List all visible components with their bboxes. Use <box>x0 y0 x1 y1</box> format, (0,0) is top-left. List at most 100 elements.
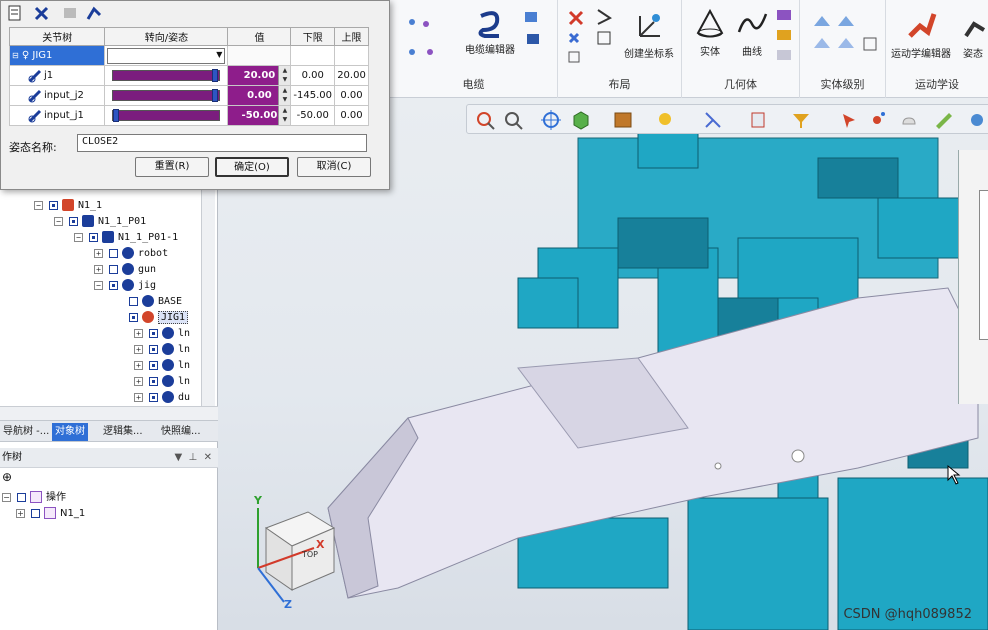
pin-icon[interactable]: ⊥ <box>189 452 198 463</box>
zoom-in-icon[interactable] <box>475 110 495 130</box>
visibility-checkbox[interactable] <box>49 200 58 210</box>
expand-toggle-icon[interactable]: + <box>134 360 143 370</box>
operation-node[interactable]: − 操作 <box>2 490 66 505</box>
tab-navigation-tree[interactable]: 导航树 -... <box>0 423 52 441</box>
sparkle-icon[interactable] <box>404 14 444 62</box>
joint-slider-cell[interactable] <box>104 105 229 126</box>
dropdown-icon[interactable]: ▼ <box>174 452 182 463</box>
expand-toggle-icon[interactable]: − <box>2 492 11 502</box>
expand-toggle-icon[interactable]: + <box>94 264 103 274</box>
cloud-icon[interactable] <box>899 110 919 130</box>
pick-icon[interactable] <box>839 110 859 130</box>
explode-icon[interactable] <box>867 110 887 130</box>
visibility-checkbox[interactable] <box>149 392 158 402</box>
cancel-button[interactable]: 取消(C) <box>297 157 371 177</box>
tab-snapshot-editor[interactable]: 快照编... <box>158 423 204 441</box>
close-icon[interactable]: ✕ <box>204 452 212 463</box>
visibility-checkbox[interactable] <box>149 328 158 338</box>
operation-node[interactable]: + N1_1 <box>16 506 85 521</box>
spin-buttons[interactable]: ▲ ▼ <box>278 106 291 125</box>
ok-button[interactable]: 确定(O) <box>215 157 289 177</box>
joint-value-field[interactable]: 20.00 ▲ ▼ <box>227 65 292 86</box>
joint-slider[interactable] <box>112 89 221 102</box>
more-tools-icon[interactable] <box>967 110 987 130</box>
visibility-checkbox[interactable] <box>129 296 138 306</box>
pose-select[interactable]: ▼ <box>107 47 226 64</box>
entity-level-icon[interactable] <box>810 12 880 56</box>
joint-row[interactable]: input_j1 -50.00 ▲ ▼ -50.00 0.00 <box>8 105 369 126</box>
cable-tools-icon[interactable] <box>522 8 544 52</box>
visibility-checkbox[interactable] <box>149 376 158 386</box>
tree-node[interactable]: + ln <box>134 374 190 389</box>
target-icon[interactable] <box>541 110 561 130</box>
visibility-checkbox[interactable] <box>31 508 40 518</box>
filter-icon[interactable] <box>791 110 811 130</box>
document-icon[interactable] <box>7 5 23 21</box>
visibility-checkbox[interactable] <box>109 264 118 274</box>
expand-toggle-icon[interactable]: − <box>94 280 103 290</box>
cable-editor-button[interactable]: 电缆编辑器 <box>460 8 520 56</box>
joint-slider[interactable] <box>112 69 221 82</box>
expand-toggle-icon[interactable]: + <box>134 328 143 338</box>
box-view-icon[interactable] <box>749 110 769 130</box>
tree-horizontal-scrollbar[interactable] <box>0 406 218 420</box>
visibility-checkbox[interactable] <box>129 312 138 322</box>
tree-vertical-scrollbar[interactable] <box>201 190 215 406</box>
joint-lower-limit[interactable]: 0.00 <box>290 65 336 86</box>
tree-node[interactable]: +BASE <box>114 294 182 309</box>
joint-row[interactable]: input_j2 0.00 ▲ ▼ -145.00 0.00 <box>8 85 369 106</box>
expand-toggle-icon[interactable]: + <box>134 392 143 402</box>
spin-buttons[interactable]: ▲ ▼ <box>278 86 291 105</box>
ruler-icon[interactable] <box>933 110 953 130</box>
tab-logic-sets[interactable]: 逻辑集... <box>100 423 146 441</box>
root-joint-cell[interactable]: ⊟ ♀ JIG1 <box>8 45 106 66</box>
curve-button[interactable]: 曲线 <box>732 8 772 58</box>
tree-node[interactable]: + ln <box>134 326 190 341</box>
tree-node[interactable]: − N1_1_P01-1 <box>74 230 178 245</box>
expand-toggle-icon[interactable]: + <box>16 508 25 518</box>
visibility-checkbox[interactable] <box>89 232 98 242</box>
expand-toggle-icon[interactable]: + <box>134 376 143 386</box>
tree-node[interactable]: − N1_1 <box>34 198 102 213</box>
object-tree[interactable]: − N1_1 − N1_1_P01 − N1_1_P01-1 + robot + gun − jig +… <box>0 190 218 406</box>
visibility-checkbox[interactable] <box>17 492 26 502</box>
expand-toggle-icon[interactable]: − <box>34 200 43 210</box>
light-icon[interactable] <box>655 110 675 130</box>
visibility-checkbox[interactable] <box>69 216 78 226</box>
frame-icon[interactable] <box>594 6 616 50</box>
tree-node[interactable]: + ln <box>134 342 190 357</box>
reset-button[interactable]: 重置(R) <box>135 157 209 177</box>
tree-node[interactable]: + gun <box>94 262 156 277</box>
create-coordinate-system-button[interactable]: 创建坐标系 <box>616 8 682 60</box>
tab-object-tree[interactable]: 对象树 <box>52 423 88 441</box>
view-cube-face[interactable]: TOP <box>302 550 318 559</box>
robot-joint-icon[interactable] <box>85 5 103 21</box>
joint-upper-limit[interactable]: 20.00 <box>334 65 369 86</box>
slider-thumb[interactable] <box>113 109 120 122</box>
visibility-checkbox[interactable] <box>149 344 158 354</box>
tree-node[interactable]: − N1_1_P01 <box>54 214 146 229</box>
tree-node[interactable]: − jig <box>94 278 156 293</box>
joint-lower-limit[interactable]: -50.00 <box>290 105 336 126</box>
joint-lower-limit[interactable]: -145.00 <box>290 85 336 106</box>
joint-slider[interactable] <box>112 109 221 122</box>
spin-buttons[interactable]: ▲ ▼ <box>278 66 291 85</box>
disabled-tool-icon[interactable] <box>61 5 79 21</box>
joint-row[interactable]: j1 20.00 ▲ ▼ 0.00 20.00 <box>8 65 369 86</box>
render-mode-icon[interactable] <box>613 110 633 130</box>
joint-value-field[interactable]: -50.00 ▲ ▼ <box>227 105 292 126</box>
expand-toggle-icon[interactable]: − <box>54 216 63 226</box>
visibility-checkbox[interactable] <box>109 248 118 258</box>
slider-thumb[interactable] <box>212 89 219 102</box>
zoom-out-icon[interactable] <box>503 110 523 130</box>
solid-button[interactable]: 实体 <box>690 8 730 58</box>
tree-node[interactable]: +JIG1 <box>114 310 189 325</box>
section-icon[interactable] <box>703 110 723 130</box>
visibility-checkbox[interactable] <box>149 360 158 370</box>
pose-name-input[interactable]: CLOSE2 <box>77 134 367 152</box>
joint-upper-limit[interactable]: 0.00 <box>334 85 369 106</box>
expand-toggle-icon[interactable]: + <box>94 248 103 258</box>
tree-node[interactable]: + ln <box>134 358 190 373</box>
tree-node[interactable]: + robot <box>94 246 168 261</box>
collapse-icon[interactable]: ⊟ <box>12 51 19 60</box>
